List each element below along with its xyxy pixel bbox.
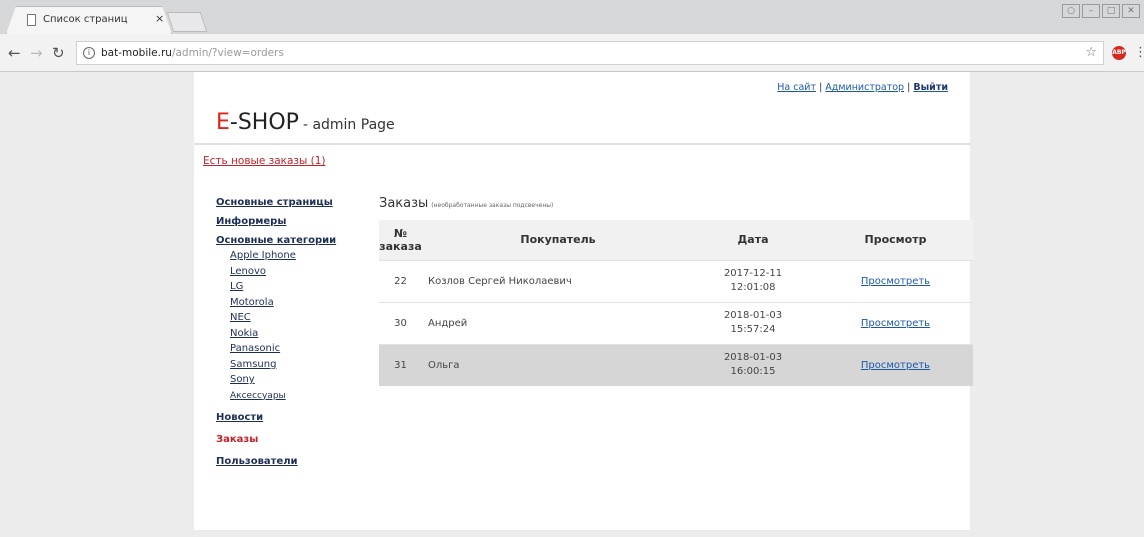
sidebar-item-categories[interactable]: Основные категории xyxy=(216,234,376,247)
page-icon xyxy=(27,14,36,26)
order-date-time: 12:01:08 xyxy=(730,282,776,293)
orders-table: № заказа Покупатель Дата Просмотр 22 Коз… xyxy=(379,220,973,386)
column-header-date: Дата xyxy=(688,220,818,260)
sidebar-subitem-motorola[interactable]: Motorola xyxy=(230,297,376,310)
column-header-id-line2: заказа xyxy=(379,239,422,253)
separator: | xyxy=(819,82,823,93)
minimize-icon[interactable]: – xyxy=(1082,4,1100,18)
sidebar-item-informers[interactable]: Информеры xyxy=(216,215,376,228)
order-id: 22 xyxy=(379,259,422,302)
order-buyer: Ольга xyxy=(422,343,688,386)
sidebar-subitem-sony[interactable]: Sony xyxy=(230,374,376,387)
order-date: 2018-01-03 15:57:24 xyxy=(688,301,818,344)
info-icon[interactable]: i xyxy=(83,47,95,59)
browser-toolbar: ← → ↻ i bat-mobile.ru/admin/?view=orders… xyxy=(0,34,1144,72)
logo-subtitle: - admin Page xyxy=(302,117,395,133)
logo-shop: -SHOP xyxy=(229,110,299,135)
sidebar-item-orders[interactable]: Заказы xyxy=(216,433,376,446)
order-view-cell: Просмотреть xyxy=(818,343,973,386)
order-view-cell: Просмотреть xyxy=(818,301,973,344)
order-view-cell: Просмотреть xyxy=(818,259,973,302)
table-header-row: № заказа Покупатель Дата Просмотр xyxy=(379,220,973,260)
url-path: /admin/?view=orders xyxy=(171,47,284,59)
view-order-link[interactable]: Просмотреть xyxy=(861,318,930,329)
order-date-day: 2018-01-03 xyxy=(723,310,783,321)
close-window-icon[interactable]: ✕ xyxy=(1122,4,1140,18)
column-header-id-line1: № xyxy=(393,226,408,240)
page-title-text: Заказы xyxy=(379,196,429,211)
page-title: Заказы (необработанные заказы подсвечены) xyxy=(379,192,553,211)
order-date: 2017-12-11 12:01:08 xyxy=(688,259,818,302)
sidebar-item-news[interactable]: Новости xyxy=(216,411,376,424)
order-id: 30 xyxy=(379,301,422,344)
sidebar-item-users[interactable]: Пользователи xyxy=(216,455,376,468)
order-date-day: 2017-12-11 xyxy=(723,268,783,279)
browser-tabbar: Список страниц × ○ – □ ✕ xyxy=(0,0,1144,34)
sidebar-item-main-pages[interactable]: Основные страницы xyxy=(216,196,376,209)
sidebar-subitem-lg[interactable]: LG xyxy=(230,281,376,294)
browser-tab[interactable]: Список страниц × xyxy=(6,6,172,34)
sidebar-subitem-panasonic[interactable]: Panasonic xyxy=(230,343,376,356)
url-text: bat-mobile.ru/admin/?view=orders xyxy=(101,47,284,59)
sidebar-subitem-samsung[interactable]: Samsung xyxy=(230,359,376,372)
new-orders-alert-link[interactable]: Есть новые заказы (1) xyxy=(203,155,326,167)
browser-menu-icon[interactable]: ⋮ xyxy=(1134,45,1144,60)
admin-page: E-SHOP - admin Page На сайт | Администрат… xyxy=(194,72,973,530)
bookmark-star-icon[interactable]: ☆ xyxy=(1085,45,1097,60)
maximize-icon[interactable]: □ xyxy=(1102,4,1120,18)
order-date: 2018-01-03 16:00:15 xyxy=(688,343,818,386)
top-links: На сайт | Администратор | Выйти xyxy=(777,82,948,93)
header-divider xyxy=(194,143,970,145)
column-header-view: Просмотр xyxy=(818,220,973,260)
order-id: 31 xyxy=(379,343,422,386)
view-order-link[interactable]: Просмотреть xyxy=(861,276,930,287)
separator: | xyxy=(907,82,911,93)
order-date-day: 2018-01-03 xyxy=(723,352,783,364)
reload-icon[interactable]: ↻ xyxy=(52,44,65,62)
to-site-link[interactable]: На сайт xyxy=(777,82,816,93)
sidebar-subitem-nokia[interactable]: Nokia xyxy=(230,328,376,341)
logout-link[interactable]: Выйти xyxy=(913,82,948,93)
order-date-time: 16:00:15 xyxy=(730,366,776,378)
url-host: bat-mobile.ru xyxy=(101,47,172,59)
sidebar-subitem-apple-iphone[interactable]: Apple Iphone xyxy=(230,250,376,263)
table-row: 22 Козлов Сергей Николаевич 2017-12-11 12… xyxy=(379,259,973,302)
tab-close-icon[interactable]: × xyxy=(155,12,164,25)
window-controls: ○ – □ ✕ xyxy=(1062,4,1140,18)
forward-icon[interactable]: → xyxy=(30,44,43,62)
logout-label: Выйти xyxy=(913,82,948,93)
admin-link[interactable]: Администратор xyxy=(825,82,904,93)
page-title-note: (необработанные заказы подсвечены) xyxy=(431,202,554,209)
back-icon[interactable]: ← xyxy=(8,44,21,62)
table-row: 30 Андрей 2018-01-03 15:57:24 Просмотреть xyxy=(379,301,973,344)
sidebar: Основные страницы Информеры Основные кат… xyxy=(216,196,376,468)
address-bar[interactable]: i bat-mobile.ru/admin/?view=orders ☆ xyxy=(76,41,1104,65)
site-logo: E-SHOP - admin Page xyxy=(216,110,395,135)
table-row-unprocessed: 31 Ольга 2018-01-03 16:00:15 Просмотреть xyxy=(379,343,973,386)
sidebar-subitem-nec[interactable]: NEC xyxy=(230,312,376,325)
user-icon[interactable]: ○ xyxy=(1062,4,1080,18)
order-buyer: Андрей xyxy=(422,301,688,344)
new-tab-button[interactable] xyxy=(166,12,208,32)
column-header-id: № заказа xyxy=(379,220,422,260)
order-buyer: Козлов Сергей Николаевич xyxy=(422,259,688,302)
column-header-buyer: Покупатель xyxy=(422,220,688,260)
logo-letter-e: E xyxy=(216,110,230,135)
sidebar-subitem-lenovo[interactable]: Lenovo xyxy=(230,266,376,279)
order-date-time: 15:57:24 xyxy=(730,324,776,335)
tab-title: Список страниц xyxy=(43,14,128,25)
sidebar-subitem-accessories[interactable]: Аксессуары xyxy=(230,390,376,403)
adblock-extension-icon[interactable]: ABP xyxy=(1112,46,1126,60)
view-order-link[interactable]: Просмотреть xyxy=(861,360,930,371)
